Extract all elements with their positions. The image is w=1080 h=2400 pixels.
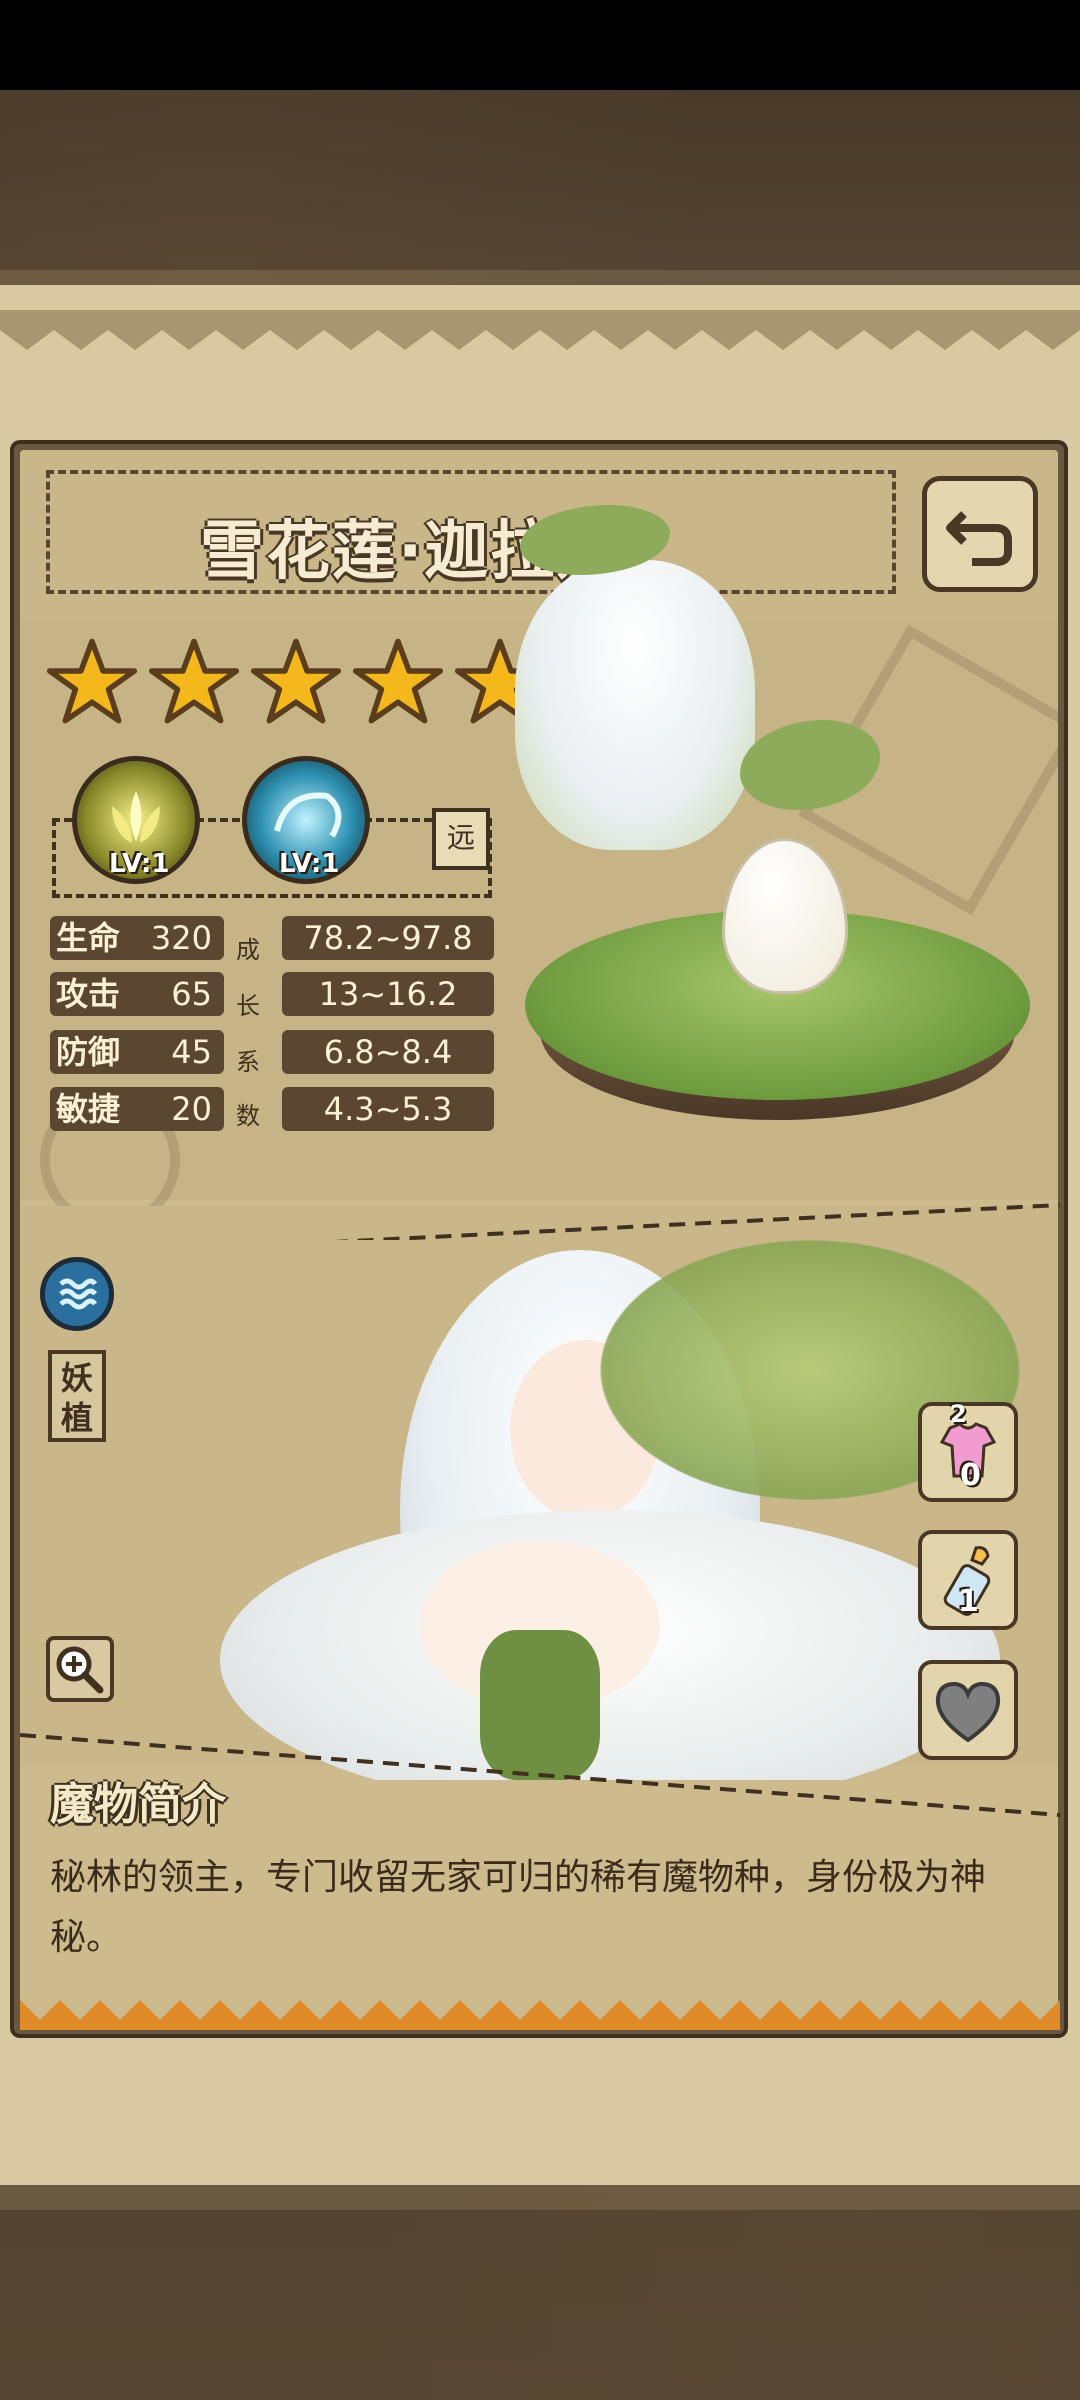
back-button[interactable]: [922, 476, 1038, 592]
stat-growth-agility: 4.3~5.3: [282, 1087, 494, 1131]
star-icon: [46, 638, 138, 724]
outfit-count: 0: [960, 1458, 981, 1493]
skill-level: LV:1: [109, 849, 170, 879]
chibi-character-sprite: [515, 560, 755, 850]
stat-agility: 敏捷 20: [50, 1087, 224, 1131]
zigzag-edge-top: [0, 310, 1080, 350]
zigzag-edge-orange: [20, 2000, 1060, 2030]
star-icon: [148, 638, 240, 724]
stat-attack: 攻击 65: [50, 972, 224, 1016]
skill-blue-swirl[interactable]: LV:1: [242, 756, 370, 884]
wave-icon: [59, 1278, 98, 1310]
stat-hp: 生命 320: [50, 916, 224, 960]
race-tag: 妖植: [48, 1350, 106, 1442]
growth-label-char: 系: [236, 1048, 260, 1076]
stat-growth-attack: 13~16.2: [282, 972, 494, 1016]
bottle-button[interactable]: 1: [918, 1530, 1018, 1630]
stat-label: 生命: [56, 919, 121, 957]
stat-defense: 防御 45: [50, 1030, 224, 1074]
stat-value: 20: [171, 1090, 212, 1128]
stat-value: 65: [171, 975, 212, 1013]
stat-label: 攻击: [56, 975, 121, 1013]
stat-growth-hp: 78.2~97.8: [282, 916, 494, 960]
skill-golden-lotus[interactable]: LV:1: [72, 756, 200, 884]
description-title: 魔物简介: [50, 1779, 226, 1830]
background-band: [0, 90, 1080, 270]
star-icon: [352, 638, 444, 724]
outfit-top-count: 2: [950, 1400, 967, 1428]
zoom-button[interactable]: [46, 1636, 114, 1702]
growth-label-char: 长: [236, 992, 260, 1020]
star-icon: [250, 638, 342, 724]
stat-label: 防御: [56, 1033, 121, 1071]
water-element-icon[interactable]: [40, 1257, 114, 1331]
growth-label-char: 数: [236, 1102, 260, 1130]
range-tag: 远: [432, 808, 490, 870]
magnifier-icon: [56, 1646, 104, 1694]
skill-level: LV:1: [279, 849, 340, 879]
status-bar: [0, 0, 1080, 90]
description-text: 秘林的领主，专门收留无家可归的稀有魔物种，身份极为神秘。: [50, 1857, 987, 1958]
stat-value: 45: [171, 1033, 212, 1071]
growth-label-char: 成: [236, 936, 260, 964]
return-arrow-icon: [946, 511, 1012, 566]
background-band: [0, 2210, 1080, 2400]
stat-value: 320: [150, 919, 212, 957]
bottle-count: 1: [958, 1584, 979, 1619]
outfit-button[interactable]: 2 0: [918, 1400, 1018, 1502]
stat-label: 敏捷: [56, 1090, 121, 1128]
stat-growth-defense: 6.8~8.4: [282, 1030, 494, 1074]
